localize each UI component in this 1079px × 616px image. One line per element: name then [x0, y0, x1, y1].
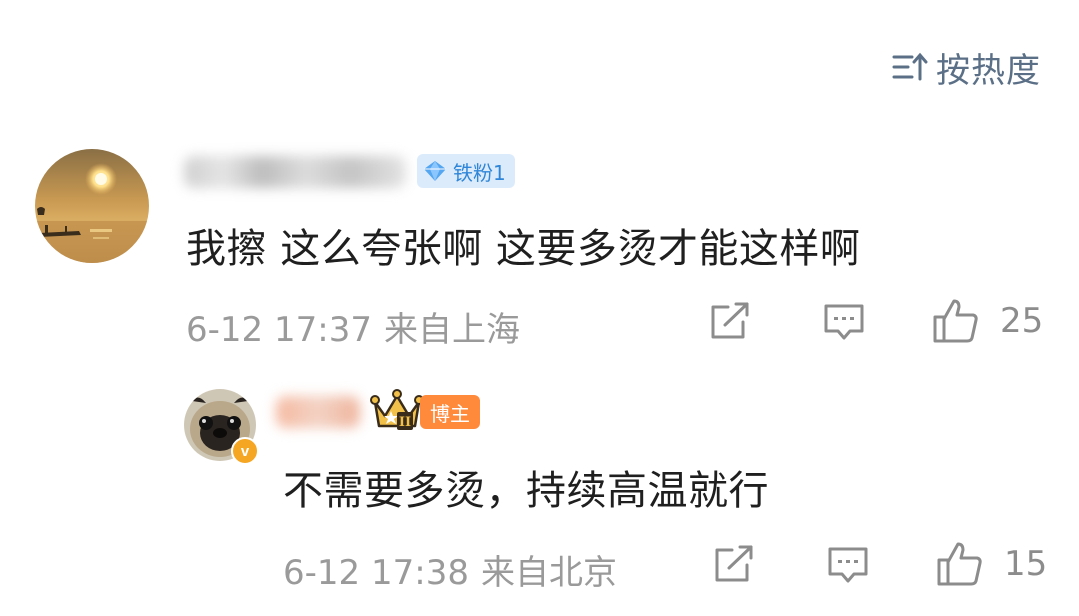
reply-button[interactable] — [826, 545, 870, 589]
sort-by-hot-button[interactable]: 按热度 — [892, 46, 1041, 91]
comment-icon — [828, 547, 868, 583]
like-count: 15 — [1004, 544, 1048, 584]
sort-icon — [892, 52, 928, 81]
like-button[interactable]: 15 — [936, 541, 1047, 587]
thumbs-up-icon — [937, 542, 982, 586]
username-blurred[interactable] — [276, 396, 360, 428]
reply-meta: 6-12 17:38 来自北京 — [283, 545, 617, 594]
like-count: 25 — [1000, 301, 1044, 341]
comment-icon — [824, 304, 864, 340]
reply-text: 不需要多烫，持续高温就行 — [283, 468, 769, 514]
share-icon — [711, 302, 749, 339]
blogger-badge: 博主 — [420, 395, 480, 429]
comment-date: 6-12 17:37 — [186, 310, 372, 350]
reply-date: 6-12 17:38 — [283, 553, 469, 593]
reply-button[interactable] — [822, 302, 866, 346]
comment-meta: 6-12 17:37 来自上海 — [186, 302, 520, 351]
sort-label: 按热度 — [936, 50, 1041, 91]
fan-badge-label: 铁粉1 — [453, 160, 506, 185]
fan-level-badge[interactable]: 铁粉1 — [417, 154, 515, 188]
share-button[interactable] — [712, 545, 756, 589]
like-button[interactable]: 25 — [932, 298, 1043, 344]
verified-badge: v — [231, 437, 259, 465]
diamond-icon — [424, 161, 446, 181]
reply-location: 来自北京 — [480, 553, 617, 593]
sunset-avatar-image — [35, 149, 149, 263]
crown-level: II — [399, 415, 411, 430]
crown-icon[interactable]: II — [370, 388, 424, 434]
comment-text: 我擦 这么夸张啊 这要多烫才能这样啊 — [186, 226, 861, 272]
thumbs-up-icon — [933, 299, 978, 343]
username-blurred[interactable] — [184, 156, 406, 188]
comment-location: 来自上海 — [383, 310, 520, 350]
avatar[interactable] — [35, 149, 149, 263]
share-icon — [715, 545, 753, 582]
share-button[interactable] — [708, 302, 752, 346]
